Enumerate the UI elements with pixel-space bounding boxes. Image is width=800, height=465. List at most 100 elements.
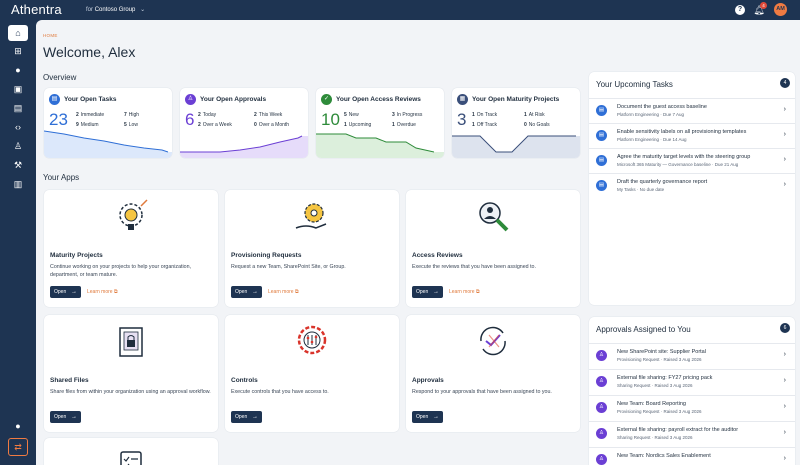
arrow-right-icon: → <box>252 289 258 295</box>
app-name: Provisioning Requests <box>231 252 302 259</box>
approval-subtitle: Sharing Request · Raised 3 Aug 2026 <box>617 383 693 388</box>
chevron-right-icon: › <box>783 377 786 384</box>
open-button[interactable]: Open → <box>50 411 81 423</box>
approver-icon: ♙ <box>596 350 607 361</box>
task-title: Draft the quarterly governance report <box>617 179 708 185</box>
task-row[interactable]: ▤ Draft the quarterly governance report … <box>589 173 795 197</box>
stat-item: 7 High <box>124 112 140 118</box>
sidebar: ⌂ ⊞ ● ▣ ▤ ‹› ♙ ⚒ ▥ ● ⇄ <box>0 20 36 465</box>
approval-row[interactable]: ♙ External file sharing: FY27 pricing pa… <box>589 369 795 393</box>
approval-row[interactable]: ♙ New Team: Nordics Sales Enablement › <box>589 447 795 465</box>
document-check-icon[interactable]: ▥ <box>8 176 28 192</box>
external-link-icon: ⧉ <box>294 289 299 295</box>
app-description: Request a new Team, SharePoint Site, or … <box>231 264 346 270</box>
learn-more-link[interactable]: Learn more ⧉ <box>87 289 118 295</box>
app-card-provisioning-requests: Provisioning Requests Request a new Team… <box>225 190 399 307</box>
task-row[interactable]: ▤ Agree the maturity target levels with … <box>589 148 795 172</box>
task-title: Document the guest access baseline <box>617 104 707 110</box>
user-icon[interactable]: ● <box>8 418 28 434</box>
home-icon[interactable]: ⌂ <box>8 25 28 41</box>
help-icon[interactable]: ? <box>735 5 745 15</box>
approval-title: New SharePoint site: Supplier Portal <box>617 349 706 355</box>
app-name: Shared Files <box>50 377 89 384</box>
app-card-partial <box>44 438 218 465</box>
approval-title: New Team: Board Reporting <box>617 401 686 407</box>
stat-item: 2 Today <box>198 112 217 118</box>
external-link-icon: ⧉ <box>113 289 118 295</box>
approver-icon: ♙ <box>596 402 607 413</box>
card-title: Your Open Tasks <box>64 96 117 103</box>
lightbulb-icon[interactable]: ● <box>8 62 28 78</box>
open-button[interactable]: Open → <box>231 286 262 298</box>
open-maturity-projects-card[interactable]: ▦ Your Open Maturity Projects 3 1 On Trac… <box>452 88 580 158</box>
stat-item: 2 This Week <box>254 112 283 118</box>
app-card-maturity-projects: Maturity Projects Continue working on yo… <box>44 190 218 307</box>
approval-row[interactable]: ♙ External file sharing: payroll extract… <box>589 421 795 445</box>
approver-icon: ♙ <box>596 454 607 465</box>
task-icon: ▤ <box>596 130 607 141</box>
gavel-icon[interactable]: ⚒ <box>8 157 28 173</box>
card-title: Your Open Maturity Projects <box>472 96 560 103</box>
open-tasks-card[interactable]: ▤ Your Open Tasks 23 2 Immediate 7 High 9M… <box>44 88 172 158</box>
overview-heading: Overview <box>43 73 77 82</box>
app-name: Maturity Projects <box>50 252 103 259</box>
chevron-right-icon: › <box>783 429 786 436</box>
chevron-right-icon: › <box>783 156 786 163</box>
task-title: Enable sensitivity labels on all provisi… <box>617 129 747 135</box>
breadcrumb[interactable]: HOME <box>43 33 58 38</box>
tenant-switcher[interactable]: for Contoso Group ⌄ <box>86 6 145 13</box>
trend-sparkline <box>316 133 444 158</box>
learn-more-link[interactable]: Learn more ⧉ <box>268 289 299 295</box>
open-button[interactable]: Open → <box>231 411 262 423</box>
open-access-reviews-card[interactable]: ✓ Your Open Access Reviews 10 5 New 3 In P… <box>316 88 444 158</box>
trend-sparkline <box>44 130 172 158</box>
card-total: 10 <box>321 110 340 129</box>
magnifier-person-icon <box>479 202 509 232</box>
open-button[interactable]: Open → <box>412 286 443 298</box>
tenant-name: Contoso Group <box>94 7 136 13</box>
card-title: Your Open Approvals <box>200 96 267 103</box>
task-subtitle: Platform Engineering · Due 7 Aug <box>617 112 685 117</box>
open-button[interactable]: Open → <box>412 411 443 423</box>
open-button[interactable]: Open → <box>50 286 81 298</box>
learn-more-link[interactable]: Learn more ⧉ <box>449 289 480 295</box>
app-name: Access Reviews <box>412 252 463 259</box>
avatar[interactable]: AM <box>774 3 787 16</box>
app-description: Continue working on your projects to hel… <box>50 264 192 278</box>
add-square-icon[interactable]: ⊞ <box>8 43 28 59</box>
chevron-right-icon: › <box>783 131 786 138</box>
trend-sparkline <box>180 135 308 158</box>
app-card-shared-files: Shared Files Share files from within you… <box>44 315 218 432</box>
code-brackets-icon[interactable]: ‹› <box>8 119 28 135</box>
arrow-right-icon: → <box>433 414 439 420</box>
approval-cycle-icon <box>480 326 506 356</box>
stat-item: 1 On Track <box>472 112 498 118</box>
user-stamp-icon[interactable]: ♙ <box>8 138 28 154</box>
app-card-access-reviews: Access Reviews Execute the reviews that … <box>406 190 580 307</box>
card-total: 3 <box>457 110 467 129</box>
card-total: 23 <box>49 110 68 129</box>
approval-title: New Team: Nordics Sales Enablement <box>617 453 711 459</box>
chat-bubble-icon[interactable]: ▣ <box>8 81 28 97</box>
app-description: Respond to your approvals that have been… <box>412 389 552 395</box>
stat-item: 2 Immediate <box>76 112 105 118</box>
approval-row[interactable]: ♙ New SharePoint site: Supplier Portal P… <box>589 343 795 367</box>
approval-row[interactable]: ♙ New Team: Board Reporting Provisioning… <box>589 395 795 419</box>
open-approvals-card[interactable]: ♙ Your Open Approvals 6 2 Today 2 This Wee… <box>180 88 308 158</box>
panel-title: Approvals Assigned to You <box>596 325 691 334</box>
card-title: Your Open Access Reviews <box>336 96 421 103</box>
chevron-right-icon: › <box>783 351 786 358</box>
brand-logo[interactable]: Athentra <box>11 2 62 17</box>
task-icon: ▤ <box>596 180 607 191</box>
chat-check-icon: ✓ <box>321 94 332 105</box>
swap-arrows-icon[interactable]: ⇄ <box>8 438 28 456</box>
contact-card-icon[interactable]: ▤ <box>8 100 28 116</box>
your-apps-heading: Your Apps <box>43 173 80 182</box>
approval-subtitle: Provisioning Request · Raised 3 Aug 2026 <box>617 409 702 414</box>
chevron-right-icon: › <box>783 403 786 410</box>
upcoming-tasks-panel: Your Upcoming Tasks 4 ▤ Document the gue… <box>589 72 795 305</box>
task-row[interactable]: ▤ Enable sensitivity labels on all provi… <box>589 123 795 147</box>
task-row[interactable]: ▤ Document the guest access baseline Pla… <box>589 98 795 122</box>
task-subtitle: Platform Engineering · Due 14 Aug <box>617 137 687 142</box>
app-card-approvals: Approvals Respond to your approvals that… <box>406 315 580 432</box>
